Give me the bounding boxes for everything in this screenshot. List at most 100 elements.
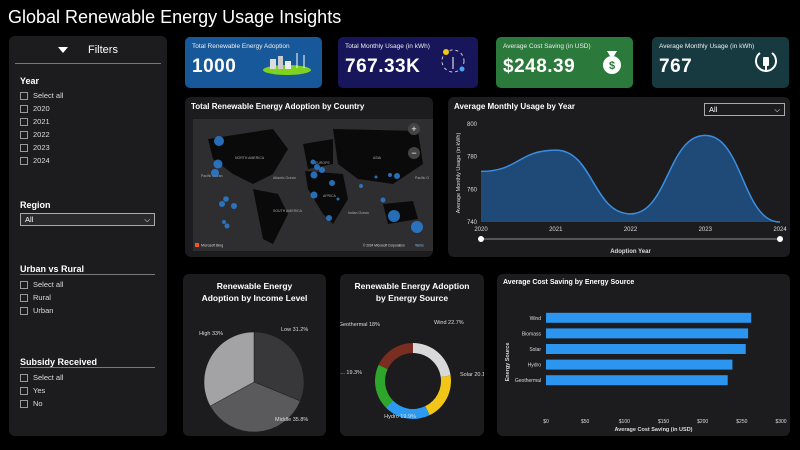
bar-hydro xyxy=(546,359,733,370)
region-value: All xyxy=(25,215,34,224)
map-terms-link[interactable]: Terms xyxy=(415,244,424,248)
subsidy-option[interactable]: Select all xyxy=(20,371,155,384)
checkbox[interactable] xyxy=(20,280,28,289)
chevron-down-icon: ⌵ xyxy=(144,214,150,224)
page-title: Global Renewable Energy Usage Insights xyxy=(8,7,342,27)
subsidy-option[interactable]: No xyxy=(20,397,155,410)
checkbox[interactable] xyxy=(20,117,28,126)
checkbox[interactable] xyxy=(20,143,28,152)
x-tick-label: 2024 xyxy=(773,227,787,233)
bar-chart: $0 $50 $100 $150 $200 $250 $300 Wind Biomass Sola… xyxy=(505,312,787,433)
slice-label: Low 31.2% xyxy=(281,327,308,333)
map-label: Indian Ocean xyxy=(348,211,369,215)
option-label: Select all xyxy=(33,373,64,382)
country-bubble xyxy=(336,197,340,201)
checkbox[interactable] xyxy=(20,156,28,165)
x-tick-label: $250 xyxy=(736,419,747,425)
option-label: 2021 xyxy=(33,117,50,126)
bing-logo-icon xyxy=(195,243,199,247)
country-bubble xyxy=(223,196,229,202)
urban-option[interactable]: Urban xyxy=(20,304,155,317)
map-label: SOUTH AMERICA xyxy=(273,209,303,213)
country-bubble xyxy=(224,223,230,229)
checkbox[interactable] xyxy=(20,130,28,139)
country-bubble xyxy=(411,221,423,233)
checkbox[interactable] xyxy=(20,306,28,315)
y-tick-label: 780 xyxy=(467,155,478,161)
year-filter: Year Select all 2020 2021 2022 2023 2024 xyxy=(20,76,155,167)
country-bubble xyxy=(213,159,223,169)
slider-handle-start[interactable] xyxy=(478,236,484,242)
y-tick-label: Solar xyxy=(529,347,541,353)
option-label: 2020 xyxy=(33,104,50,113)
country-bubble xyxy=(388,210,400,222)
subsidy-option[interactable]: Yes xyxy=(20,384,155,397)
plus-icon: + xyxy=(411,124,416,134)
checkbox[interactable] xyxy=(20,104,28,113)
region-dropdown[interactable]: All ⌵ xyxy=(20,213,155,226)
year-option[interactable]: 2020 xyxy=(20,102,155,115)
year-option[interactable]: 2022 xyxy=(20,128,155,141)
income-pie-chart: Low 31.2% Middle 35.8% High 33% xyxy=(199,327,308,433)
bar-biomass xyxy=(546,328,749,339)
filter-icon xyxy=(58,47,69,54)
country-bubble xyxy=(211,169,219,177)
x-axis-title: Adoption Year xyxy=(610,249,651,255)
map-panel: Total Renewable Energy Adoption by Count… xyxy=(185,97,433,257)
bar-solar xyxy=(546,344,746,354)
country-bubble xyxy=(380,197,386,203)
slice-wind xyxy=(413,343,451,377)
checkbox[interactable] xyxy=(20,386,28,395)
urban-option[interactable]: Select all xyxy=(20,278,155,291)
slice-label: Hydro 19.9% xyxy=(384,414,416,420)
country-bubble xyxy=(326,215,332,221)
map-logo: Microsoft Bing xyxy=(201,244,223,248)
checkbox[interactable] xyxy=(20,373,28,382)
country-bubble xyxy=(374,175,378,179)
slider-handle-end[interactable] xyxy=(777,236,783,242)
map-label: ASIA xyxy=(373,156,382,160)
bar-chart-panel: Average Cost Saving by Energy Source $0 $… xyxy=(497,274,790,436)
x-tick-label: $0 xyxy=(543,419,549,425)
year-option[interactable]: 2024 xyxy=(20,154,155,167)
country-bubble xyxy=(310,171,318,179)
option-label: 2022 xyxy=(33,130,50,139)
country-bubble xyxy=(314,164,320,170)
kpi-card-total-usage: Total Monthly Usage (in kWh) 767.33K xyxy=(338,37,478,88)
x-tick-label: 2020 xyxy=(474,227,488,233)
option-label: Select all xyxy=(33,280,64,289)
option-label: Yes xyxy=(33,386,46,395)
urban-option[interactable]: Rural xyxy=(20,291,155,304)
x-tick-label: $300 xyxy=(775,419,786,425)
country-bubble xyxy=(329,180,335,186)
money-bag-icon: $ xyxy=(603,51,621,74)
country-bubble xyxy=(319,167,325,173)
urban-rural-filter: Urban vs Rural Select all Rural Urban xyxy=(20,264,155,317)
checkbox[interactable] xyxy=(20,293,28,302)
region-label: Region xyxy=(20,200,51,210)
country-bubble xyxy=(214,136,224,146)
y-axis-title: Energy Source xyxy=(505,343,511,382)
area-chart-panel: Average Monthly Usage by Year All ⌵ 740 76… xyxy=(448,97,790,257)
y-tick-label: 740 xyxy=(467,220,478,226)
y-tick-label: Biomass xyxy=(522,331,542,337)
country-bubble xyxy=(219,201,225,207)
world-map[interactable]: NORTH AMERICA EUROPE ASIA AFRICA SOUTH A… xyxy=(193,119,433,251)
x-tick-label: 2021 xyxy=(549,227,563,233)
x-axis-title: Average Cost Saving (in USD) xyxy=(614,427,692,433)
option-label: 2024 xyxy=(33,156,50,165)
country-bubble xyxy=(394,173,400,179)
slice-label: Solar 20.1% xyxy=(460,372,484,378)
country-bubble xyxy=(310,159,316,165)
checkbox[interactable] xyxy=(20,399,28,408)
svg-text:$: $ xyxy=(609,60,615,72)
map-label: Pacific O xyxy=(415,176,429,180)
checkbox[interactable] xyxy=(20,91,28,100)
year-option[interactable]: Select all xyxy=(20,89,155,102)
filter-panel: Filters Year Select all 2020 2021 2022 2023 2… xyxy=(9,36,167,436)
bar-geothermal xyxy=(546,375,728,386)
year-option[interactable]: 2021 xyxy=(20,115,155,128)
year-option[interactable]: 2023 xyxy=(20,141,155,154)
map-title: Total Renewable Energy Adoption by Count… xyxy=(191,102,365,111)
subsidy-filter: Subsidy Received Select all Yes No xyxy=(20,357,155,410)
